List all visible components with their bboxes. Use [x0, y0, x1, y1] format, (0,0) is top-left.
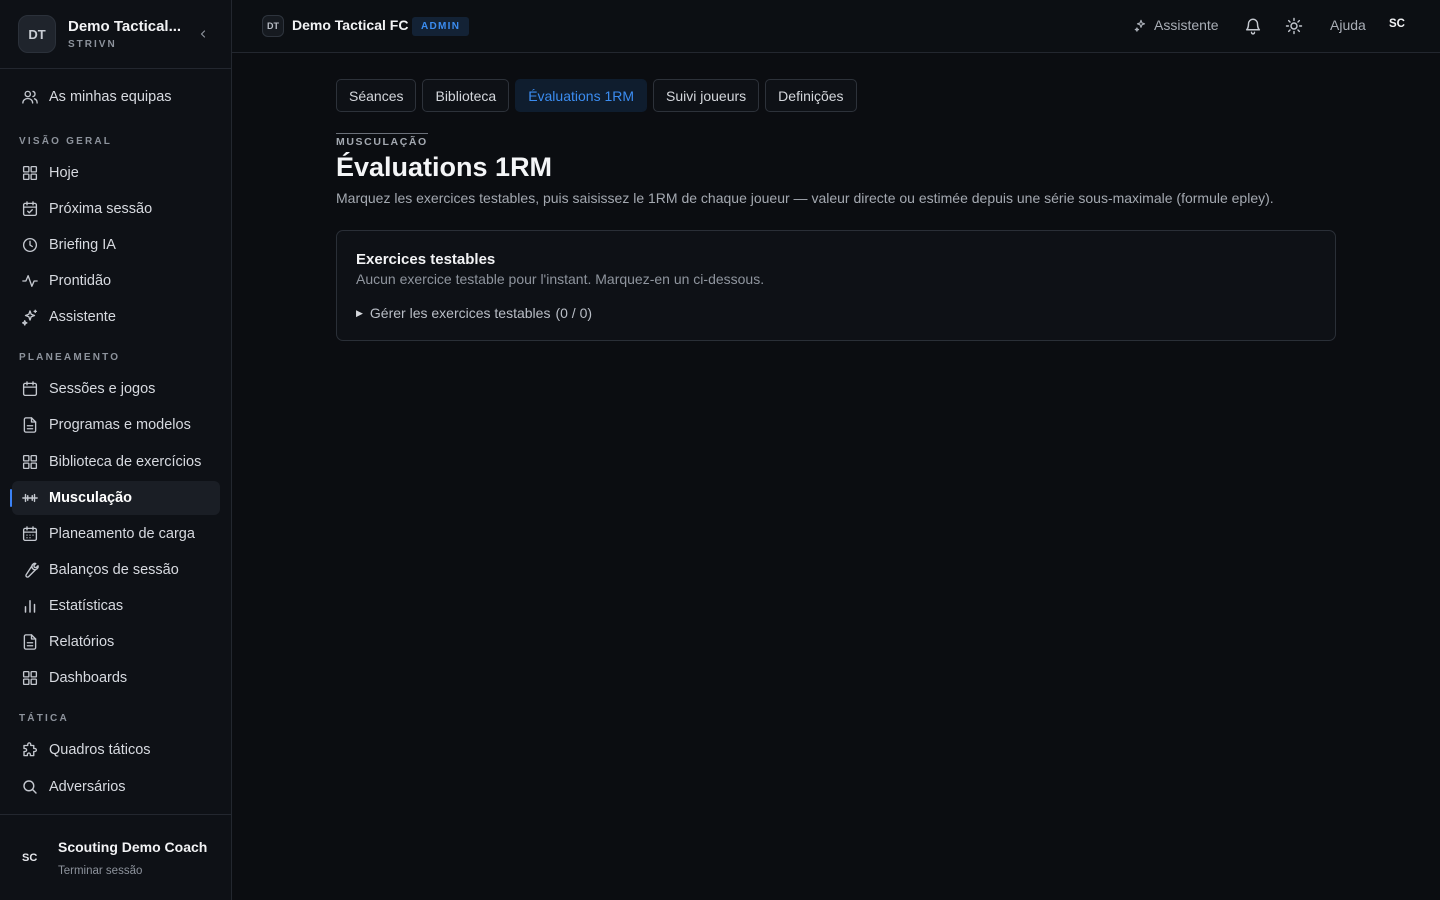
club-name: Demo Tactical FC	[292, 17, 409, 33]
sidebar-item-label: Próxima sessão	[49, 201, 153, 217]
grid-icon	[22, 670, 38, 686]
logout-link[interactable]: Terminar sessão	[58, 865, 207, 877]
triangle-right-icon: ▶	[356, 307, 363, 318]
sidebar-item-label: Estatísticas	[49, 598, 124, 614]
team-org: STRIVN	[68, 39, 117, 50]
sidebar-item-label: As minhas equipas	[49, 89, 172, 105]
team-name: Demo Tactical...	[68, 18, 182, 35]
assistant-label: Assistente	[1154, 17, 1219, 33]
user-name: Scouting Demo Coach	[58, 838, 208, 855]
team-switcher[interactable]: DT Demo Tactical... STRIVN	[0, 0, 231, 69]
theme-toggle-button[interactable]	[1285, 17, 1303, 35]
chevron-left-icon	[200, 30, 206, 38]
sidebar-item-tactical-boards[interactable]: Quadros táticos	[12, 733, 220, 767]
sparkles-icon	[21, 309, 38, 326]
wrench-icon	[25, 562, 39, 578]
sidebar-item-label: Dashboards	[49, 670, 128, 686]
tab-1rm-evaluations[interactable]: Évaluations 1RM	[515, 79, 648, 112]
page-title: Évaluations 1RM	[336, 152, 553, 182]
sun-icon	[1285, 17, 1303, 35]
users-icon	[22, 90, 38, 104]
toggle-label: Gérer les exercices testables	[369, 305, 551, 321]
sidebar-item-label: Assistente	[49, 309, 116, 325]
sidebar-item-label: Musculação	[49, 490, 132, 506]
team-avatar: DT	[18, 15, 56, 53]
puzzle-icon	[23, 742, 37, 757]
assistant-button[interactable]: Assistente	[1134, 17, 1219, 33]
user-avatar[interactable]: SC	[22, 852, 48, 864]
sidebar-item-label: Adversários	[49, 779, 126, 795]
sidebar-item-label: Quadros táticos	[49, 742, 151, 758]
club-badge: DT	[262, 15, 284, 37]
tab-library[interactable]: Biblioteca	[422, 79, 510, 112]
module-tabs: Séances Biblioteca Évaluations 1RM Suivi…	[336, 79, 857, 112]
sidebar-item-label: Biblioteca de exercícios	[49, 454, 202, 470]
bell-icon	[1245, 18, 1261, 35]
bar-chart-icon	[24, 600, 36, 613]
tab-settings[interactable]: Definições	[765, 79, 857, 112]
tab-player-tracking[interactable]: Suivi joueurs	[653, 79, 760, 112]
card-empty-message: Aucun exercice testable pour l'instant. …	[356, 271, 765, 287]
sidebar-item-today[interactable]: Hoje	[12, 156, 220, 190]
sidebar-item-label: Programas e modelos	[49, 417, 191, 433]
calendar-grid-icon	[22, 526, 38, 542]
sidebar-item-programs-templates[interactable]: Programas e modelos	[12, 408, 220, 442]
clock-icon	[22, 237, 38, 253]
page-description: Marquez les exercices testables, puis sa…	[336, 190, 1274, 206]
sidebar-item-reports[interactable]: Relatórios	[12, 625, 220, 659]
calendar-check-icon	[22, 201, 38, 217]
sidebar-item-session-reviews[interactable]: Balanços de sessão	[12, 553, 220, 587]
notifications-button[interactable]	[1244, 17, 1262, 35]
sidebar-item-label: Sessões e jogos	[49, 381, 156, 397]
section-label-overview: VISÃO GERAL	[19, 136, 113, 147]
sidebar-item-assistant[interactable]: Assistente	[12, 300, 220, 334]
manage-testable-exercises-toggle[interactable]: ▶ Gérer les exercices testables (0 / 0)	[356, 305, 1316, 321]
sidebar-item-sessions-games[interactable]: Sessões e jogos	[12, 372, 220, 406]
sidebar-item-strength[interactable]: Musculação	[10, 481, 220, 515]
dumbbell-icon	[22, 493, 38, 503]
sidebar-item-ai-briefing[interactable]: Briefing IA	[12, 228, 220, 262]
file-text-icon	[23, 417, 37, 433]
role-badge: ADMIN	[412, 17, 470, 36]
sidebar-item-dashboards[interactable]: Dashboards	[12, 661, 220, 695]
section-label-tactics: TÁTICA	[19, 713, 69, 724]
top-bar: DT Demo Tactical FC ADMIN Assistente Aju…	[232, 0, 1440, 53]
card-title: Exercices testables	[356, 251, 496, 268]
sidebar-item-label: Balanços de sessão	[49, 562, 179, 578]
collapse-sidebar-button[interactable]	[193, 24, 213, 44]
sidebar-item-statistics[interactable]: Estatísticas	[12, 589, 220, 623]
grid-icon	[22, 454, 38, 470]
sparkles-icon	[1134, 19, 1146, 32]
sidebar: DT Demo Tactical... STRIVN As minhas equ…	[0, 0, 232, 900]
toggle-count: (0 / 0)	[555, 305, 593, 321]
sidebar-item-label: Relatórios	[49, 634, 115, 650]
tab-sessions[interactable]: Séances	[336, 79, 417, 112]
sidebar-item-load-planning[interactable]: Planeamento de carga	[12, 517, 220, 551]
sidebar-item-exercise-library[interactable]: Biblioteca de exercícios	[12, 445, 220, 479]
user-menu-avatar[interactable]: SC	[1389, 18, 1405, 30]
sidebar-item-label: Briefing IA	[49, 237, 116, 253]
user-block: SC Scouting Demo Coach Terminar sessão	[0, 814, 231, 900]
sidebar-item-opponents[interactable]: Adversários	[12, 770, 220, 804]
section-label-planning: PLANEAMENTO	[19, 352, 121, 363]
sidebar-item-label: Planeamento de carga	[49, 526, 195, 542]
testable-exercises-card: Exercices testables Aucun exercice testa…	[336, 230, 1336, 341]
calendar-icon	[22, 381, 38, 397]
search-icon	[23, 780, 37, 794]
sidebar-item-label: Prontidão	[49, 273, 112, 289]
page-eyebrow: MUSCULAÇÃO	[336, 133, 428, 148]
activity-icon	[22, 275, 38, 287]
file-text-icon	[23, 634, 37, 650]
sidebar-item-label: Hoje	[49, 165, 79, 181]
sidebar-item-my-teams[interactable]: As minhas equipas	[12, 80, 220, 114]
sidebar-item-next-session[interactable]: Próxima sessão	[12, 192, 220, 226]
grid-icon	[22, 165, 38, 181]
help-link[interactable]: Ajuda	[1330, 17, 1366, 33]
sidebar-item-readiness[interactable]: Prontidão	[12, 264, 220, 298]
